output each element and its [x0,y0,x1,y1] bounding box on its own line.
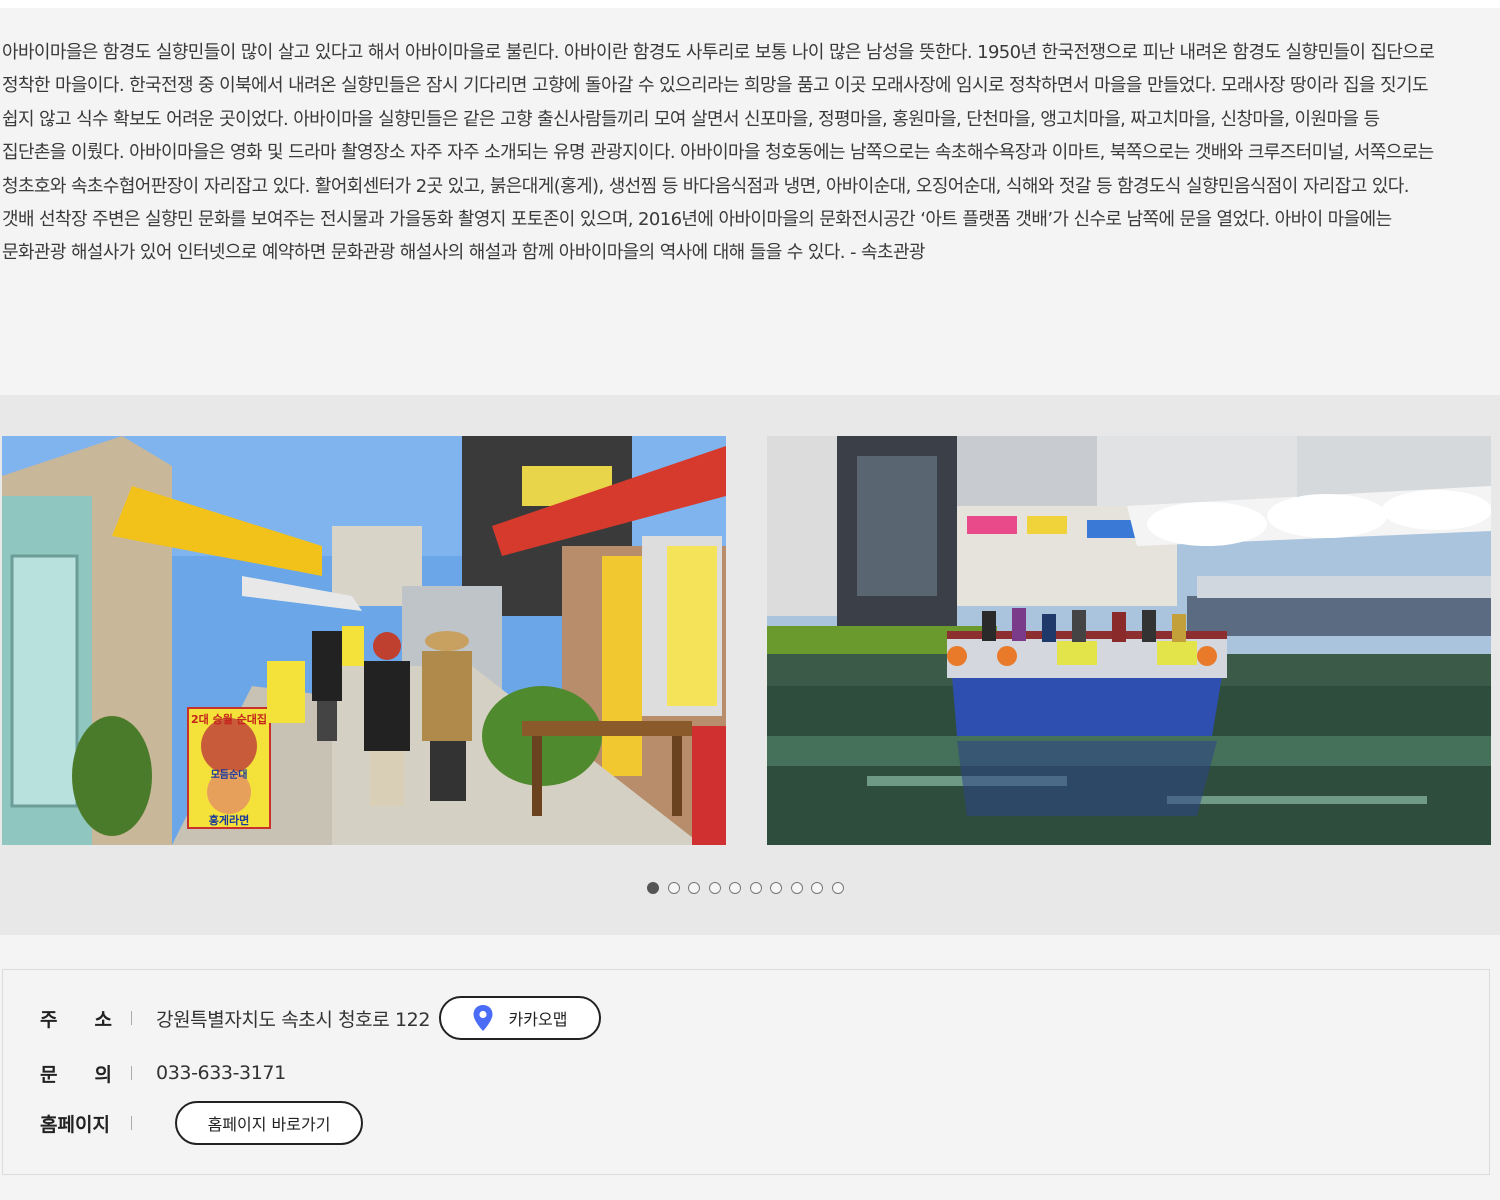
gallery-dot[interactable] [729,882,741,894]
homepage-link-button[interactable]: 홈페이지 바로가기 [175,1101,363,1145]
gallery-slide-ferry[interactable] [767,436,1491,845]
kakao-map-label: 카카오맵 [508,1010,568,1029]
contact-label-char: 문 [40,1063,58,1086]
photo-gallery: 2대 승월 순대집 모듬순대 홍게라면 [0,395,1500,935]
gallery-dot[interactable] [831,882,844,894]
gallery-dot[interactable] [770,882,782,894]
top-strip [0,0,1500,8]
address-label-char: 소 [94,1008,112,1031]
description-line: 정착한 마을이다. 한국전쟁 중 이북에서 내려온 실향민들은 잠시 기다리면 … [2,75,1429,97]
contact-phone: 033-633-3171 [156,1062,286,1084]
gallery-dot[interactable] [811,882,823,894]
gallery-dot[interactable] [749,882,762,894]
alley-photo: 2대 승월 순대집 모듬순대 홍게라면 [2,436,726,845]
homepage-label: 홈페이지 [40,1113,110,1136]
description-line: 아바이마을은 함경도 실향민들이 많이 살고 있다고 해서 아바이마을로 불린다… [2,42,1435,63]
homepage-link-label: 홈페이지 바로가기 [207,1115,331,1134]
map-pin-icon [473,1005,493,1031]
contact-label: 문 의 [40,1060,112,1087]
gallery-dot[interactable] [647,882,659,894]
description-text: 아바이마을은 함경도 실향민들이 많이 살고 있다고 해서 아바이마을로 불린다… [2,36,1494,270]
label-separator [131,1011,132,1025]
svg-text:홍게라면: 홍게라면 [209,813,249,827]
address-label-char: 주 [40,1008,58,1031]
description-line: 갯배 선착장 주변은 실향민 문화를 보여주는 전시물과 가을동화 촬영지 포토… [2,209,1392,231]
description-line: 청초호와 속초수협어판장이 자리잡고 있다. 활어회센터가 2곳 있고, 붉은대… [2,175,1409,197]
gallery-dot[interactable] [708,882,721,894]
kakao-map-button[interactable]: 카카오맵 [439,996,601,1040]
gallery-slide-alley[interactable]: 2대 승월 순대집 모듬순대 홍게라면 [2,436,726,845]
gallery-dot[interactable] [688,882,700,894]
description-line: 문화관광 해설사가 있어 인터넷으로 예약하면 문화관광 해설사의 해설과 함께… [2,242,925,264]
address-value: 강원특별자치도 속초시 청호로 122 [156,1008,431,1031]
address-label: 주 소 [40,1005,112,1032]
description-line: 쉽지 않고 식수 확보도 어려운 곳이었다. 아바이마을 실향민들은 같은 고향… [2,108,1380,130]
label-separator [131,1116,132,1130]
gallery-dot[interactable] [667,882,680,894]
info-panel: 주 소 강원특별자치도 속초시 청호로 122 카카오맵 문 의 033-633… [2,969,1490,1175]
contact-label-char: 의 [94,1063,112,1086]
label-separator [131,1066,132,1080]
ferry-photo [767,436,1491,845]
description-line: 집단촌을 이뤘다. 아바이마을은 영화 및 드라마 촬영장소 자주 자주 소개되… [2,142,1434,164]
gallery-dot[interactable] [790,882,803,894]
gallery-pagination [647,882,844,894]
svg-text:2대 승월 순대집: 2대 승월 순대집 [191,712,267,726]
svg-text:모듬순대: 모듬순대 [211,768,248,781]
